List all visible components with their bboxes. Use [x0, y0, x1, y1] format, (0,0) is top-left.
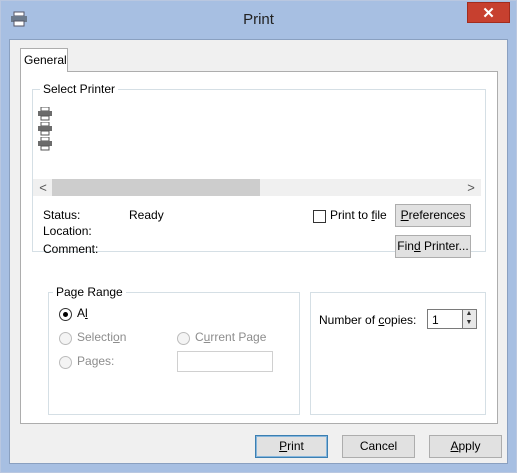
tab-general[interactable]: General — [20, 48, 68, 72]
find-printer-button[interactable]: Find Printer... — [395, 235, 471, 258]
page-range-group: Page Range Al Selection Current Page Pag… — [48, 285, 300, 415]
printer-icon[interactable] — [37, 107, 53, 121]
close-button[interactable]: ✕ — [467, 2, 510, 23]
copies-value: 1 — [432, 313, 439, 327]
scroll-left-icon[interactable]: < — [35, 180, 51, 196]
window-title: Print — [243, 11, 274, 28]
print-dialog-window: Print ✕ General Select Printer < > Statu… — [0, 0, 517, 473]
preferences-button[interactable]: Preferences — [395, 204, 471, 227]
printer-list-scrollbar[interactable]: < > — [33, 179, 481, 196]
printer-icon[interactable] — [37, 137, 53, 151]
cancel-button[interactable]: Cancel — [342, 435, 415, 458]
all-radio-label[interactable]: Al — [77, 306, 88, 320]
comment-label: Comment: — [43, 242, 99, 256]
spin-down-icon[interactable]: ▼ — [463, 319, 475, 327]
all-radio[interactable] — [59, 308, 72, 321]
general-tab-panel: Select Printer < > Status: Ready Locatio… — [20, 71, 498, 424]
current-page-radio-label[interactable]: Current Page — [195, 330, 266, 344]
select-printer-group: Select Printer < > Status: Ready Locatio… — [32, 82, 486, 258]
status-value: Ready — [129, 208, 164, 222]
location-label: Location: — [43, 224, 92, 238]
copies-spinner[interactable]: ▲ ▼ — [462, 310, 476, 328]
dialog-client-area: General Select Printer < > Status: Ready… — [9, 39, 508, 464]
copies-input[interactable]: 1 ▲ ▼ — [427, 309, 477, 329]
printer-list[interactable] — [33, 100, 485, 178]
selection-radio-label[interactable]: Selection — [77, 330, 126, 344]
print-button[interactable]: Print — [255, 435, 328, 458]
page-range-group-label: Page Range — [53, 285, 126, 299]
spin-up-icon[interactable]: ▲ — [463, 310, 475, 318]
print-to-file-checkbox[interactable] — [313, 210, 326, 223]
scroll-right-icon[interactable]: > — [463, 180, 479, 196]
status-label: Status: — [43, 208, 81, 222]
pages-input[interactable] — [177, 351, 273, 372]
print-to-file-label[interactable]: Print to file — [330, 208, 387, 222]
pages-radio[interactable] — [59, 356, 72, 369]
pages-radio-label[interactable]: Pages: — [77, 354, 114, 368]
radio-selected-dot — [63, 312, 68, 317]
scrollbar-thumb[interactable] — [52, 179, 260, 196]
select-printer-group-label: Select Printer — [40, 82, 119, 96]
title-bar[interactable]: Print ✕ — [1, 1, 516, 39]
number-of-copies-label: Number of copies: — [319, 313, 417, 327]
selection-radio[interactable] — [59, 332, 72, 345]
current-page-radio[interactable] — [177, 332, 190, 345]
printer-icon[interactable] — [37, 122, 53, 136]
copies-group: Number of copies: 1 ▲ ▼ — [310, 292, 486, 415]
apply-button[interactable]: Apply — [429, 435, 502, 458]
